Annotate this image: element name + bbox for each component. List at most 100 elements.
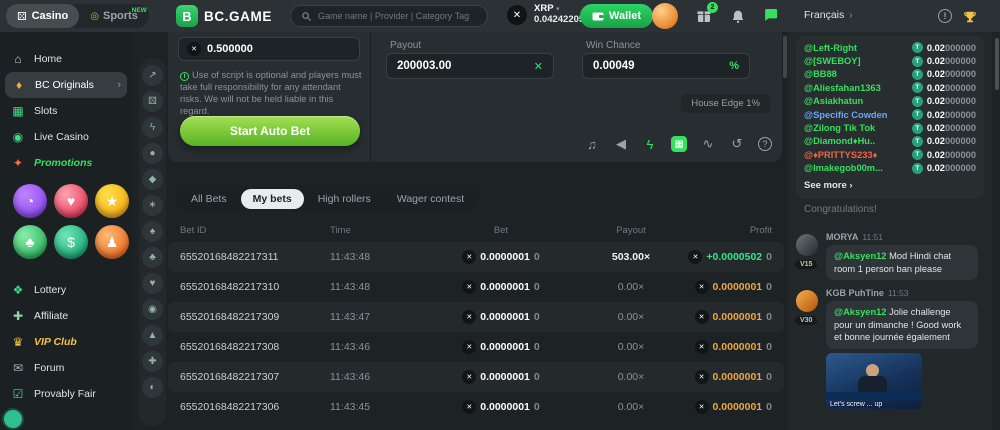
sidebar-item-forum[interactable]: ✉ Forum xyxy=(0,355,132,381)
rail-roulette-icon[interactable]: ◉ xyxy=(142,299,163,320)
bet-payout: 0.00× xyxy=(576,401,686,413)
winner-row[interactable]: @BB88 T 0.02000000 xyxy=(804,68,976,81)
search-input[interactable] xyxy=(318,11,477,21)
winner-row[interactable]: @Diamond♦Hu.. T 0.02000000 xyxy=(804,135,976,148)
bet-payout: 0.00× xyxy=(576,311,686,323)
winner-row[interactable]: @Specific Cowden T 0.02000000 xyxy=(804,108,976,121)
rail-coinflip-icon[interactable]: ◐ xyxy=(142,377,163,398)
info-icon: i xyxy=(180,72,189,81)
user-avatar[interactable] xyxy=(652,3,678,29)
bet-payout: 0.00× xyxy=(576,371,686,383)
game-search[interactable] xyxy=(290,5,488,27)
chat-scrollbar[interactable] xyxy=(995,38,999,90)
chat-language-selector[interactable]: Français › xyxy=(804,9,853,21)
bell-icon xyxy=(731,9,745,24)
currency-selector[interactable]: ✕ XRP ▾ 0.04242205 xyxy=(506,4,584,26)
bet-amount-field[interactable]: ✕ xyxy=(178,37,360,61)
sidebar-item-home[interactable]: ⌂ Home xyxy=(0,46,132,72)
bet-row[interactable]: 65520168482217308 11:43:46 ✕ 0.00000010 … xyxy=(168,332,784,362)
main-scrollbar[interactable] xyxy=(783,36,787,78)
sidebar-item-provably-fair[interactable]: ☑ Provably Fair xyxy=(0,381,132,407)
tab-all-bets[interactable]: All Bets xyxy=(179,189,239,209)
rewards-button[interactable]: 2 xyxy=(694,7,714,25)
rail-tower-icon[interactable]: ▲ xyxy=(142,325,163,346)
support-chat-icon[interactable] xyxy=(4,410,22,428)
rail-plinko-icon[interactable]: ● xyxy=(142,143,163,164)
promo-mascot-icon[interactable]: ♟ xyxy=(95,225,129,259)
rail-crash-icon[interactable]: ↗ xyxy=(142,65,163,86)
tab-my-bets[interactable]: My bets xyxy=(241,189,304,209)
promo-cheese-icon[interactable]: ★ xyxy=(95,184,129,218)
chevron-right-icon: › xyxy=(117,79,121,91)
bet-amount-input[interactable] xyxy=(207,43,351,55)
winner-row[interactable]: @Asiakhatun T 0.02000000 xyxy=(804,95,976,108)
rail-blackjack-icon[interactable]: ♣ xyxy=(142,247,163,268)
casino-label: Casino xyxy=(32,10,69,22)
rail-limbo-icon[interactable]: ϟ xyxy=(142,117,163,138)
sidebar-item-affiliate[interactable]: ✚ Affiliate xyxy=(0,303,132,329)
chat-panel: @Left-Right T 0.02000000 @[SWEBOY] T 0.0… xyxy=(788,32,992,430)
sidebar-item-vip-club[interactable]: ♛ VIP Club xyxy=(0,329,132,355)
chat-info-button[interactable]: ! xyxy=(938,9,952,23)
sidebar-item-slots[interactable]: ▦ Slots xyxy=(0,98,132,124)
chat-toggle-button[interactable] xyxy=(760,6,780,24)
sidebar-item-lottery[interactable]: ❖ Lottery xyxy=(0,277,132,303)
avatar[interactable] xyxy=(796,234,818,256)
contest-button[interactable] xyxy=(960,8,980,26)
casino-toggle-button[interactable]: ⚄ Casino xyxy=(6,4,79,28)
payout-field[interactable]: ✕ xyxy=(386,53,554,79)
winner-row[interactable]: @Imakegob00m... T 0.02000000 xyxy=(804,162,976,175)
bc-game-logo[interactable]: B BC.GAME xyxy=(176,5,272,27)
bet-value-dim: 0 xyxy=(534,341,540,353)
wallet-button[interactable]: Wallet xyxy=(580,4,653,28)
bet-row[interactable]: 65520168482217306 11:43:45 ✕ 0.00000010 … xyxy=(168,392,784,422)
tab-high-rollers[interactable]: High rollers xyxy=(306,189,383,209)
rail-wheel-icon[interactable]: ✚ xyxy=(142,351,163,372)
reset-icon[interactable]: ↺ xyxy=(729,136,745,152)
bet-row[interactable]: 65520168482217310 11:43:48 ✕ 0.00000010 … xyxy=(168,272,784,302)
hotkeys-icon[interactable]: ♫ xyxy=(584,136,600,152)
sidebar-item-promotions[interactable]: ✦ Promotions xyxy=(0,150,132,176)
see-more-link[interactable]: See more › xyxy=(804,177,976,195)
notifications-button[interactable] xyxy=(728,7,748,25)
amount-zeros: 000000 xyxy=(945,163,976,173)
promo-hearts-icon[interactable]: ♥ xyxy=(54,184,88,218)
turbo-icon[interactable]: ϟ xyxy=(642,136,658,152)
promo-clover-icon[interactable]: ♣ xyxy=(13,225,47,259)
win-chance-input[interactable] xyxy=(593,60,723,72)
payout-input[interactable] xyxy=(397,60,528,72)
sidebar-item-live-casino[interactable]: ◉ Live Casino xyxy=(0,124,132,150)
help-icon[interactable]: ? xyxy=(758,137,772,151)
sidebar-item-icon: ⌂ xyxy=(10,52,26,66)
tab-wager-contest[interactable]: Wager contest xyxy=(385,189,476,209)
sports-toggle-button[interactable]: NEW ◎ Sports xyxy=(79,10,149,22)
sidebar-item-bc-originals[interactable]: ♦ BC Originals › xyxy=(5,72,127,98)
stats-icon[interactable]: ▦ xyxy=(671,136,687,152)
start-auto-bet-button[interactable]: Start Auto Bet xyxy=(180,116,360,146)
promo-lucky-spin-icon[interactable]: ◔ xyxy=(13,184,47,218)
sound-icon[interactable]: ◀ xyxy=(613,136,629,152)
win-chance-field[interactable]: % xyxy=(582,53,750,79)
limbo-game-panel: ✕ iUse of script is optional and players… xyxy=(168,32,782,162)
bet-row[interactable]: 65520168482217307 11:43:46 ✕ 0.00000010 … xyxy=(168,362,784,392)
chat-image-attachment[interactable]: Let's screw ... up xyxy=(826,353,922,409)
winner-username: @Imakegob00m... xyxy=(804,163,912,173)
winner-row[interactable]: @Zilong Tik Tok T 0.02000000 xyxy=(804,121,976,134)
sidebar-item-icon: ◉ xyxy=(10,130,26,144)
rail-keno-icon[interactable]: ✶ xyxy=(142,195,163,216)
trends-icon[interactable]: ∿ xyxy=(700,136,716,152)
bet-amount: ✕ 0.00000010 xyxy=(426,310,576,324)
winner-row[interactable]: @[SWEBOY] T 0.02000000 xyxy=(804,54,976,67)
rail-baccarat-icon[interactable]: ♥ xyxy=(142,273,163,294)
winner-row[interactable]: @♦PRITTYS233♦ T 0.02000000 xyxy=(804,148,976,161)
bet-row[interactable]: 65520168482217311 11:43:48 ✕ 0.00000010 … xyxy=(168,242,784,272)
rail-hilo-icon[interactable]: ♠ xyxy=(142,221,163,242)
rail-dice-icon[interactable]: ⚄ xyxy=(142,91,163,112)
winner-row[interactable]: @Left-Right T 0.02000000 xyxy=(804,41,976,54)
promo-money-icon[interactable]: $ xyxy=(54,225,88,259)
bet-row[interactable]: 65520168482217309 11:43:47 ✕ 0.00000010 … xyxy=(168,302,784,332)
avatar[interactable] xyxy=(796,290,818,312)
winner-row[interactable]: @Aliesfahan1363 T 0.02000000 xyxy=(804,81,976,94)
sidebar-item-label: Forum xyxy=(34,362,114,374)
rail-mines-icon[interactable]: ◆ xyxy=(142,169,163,190)
